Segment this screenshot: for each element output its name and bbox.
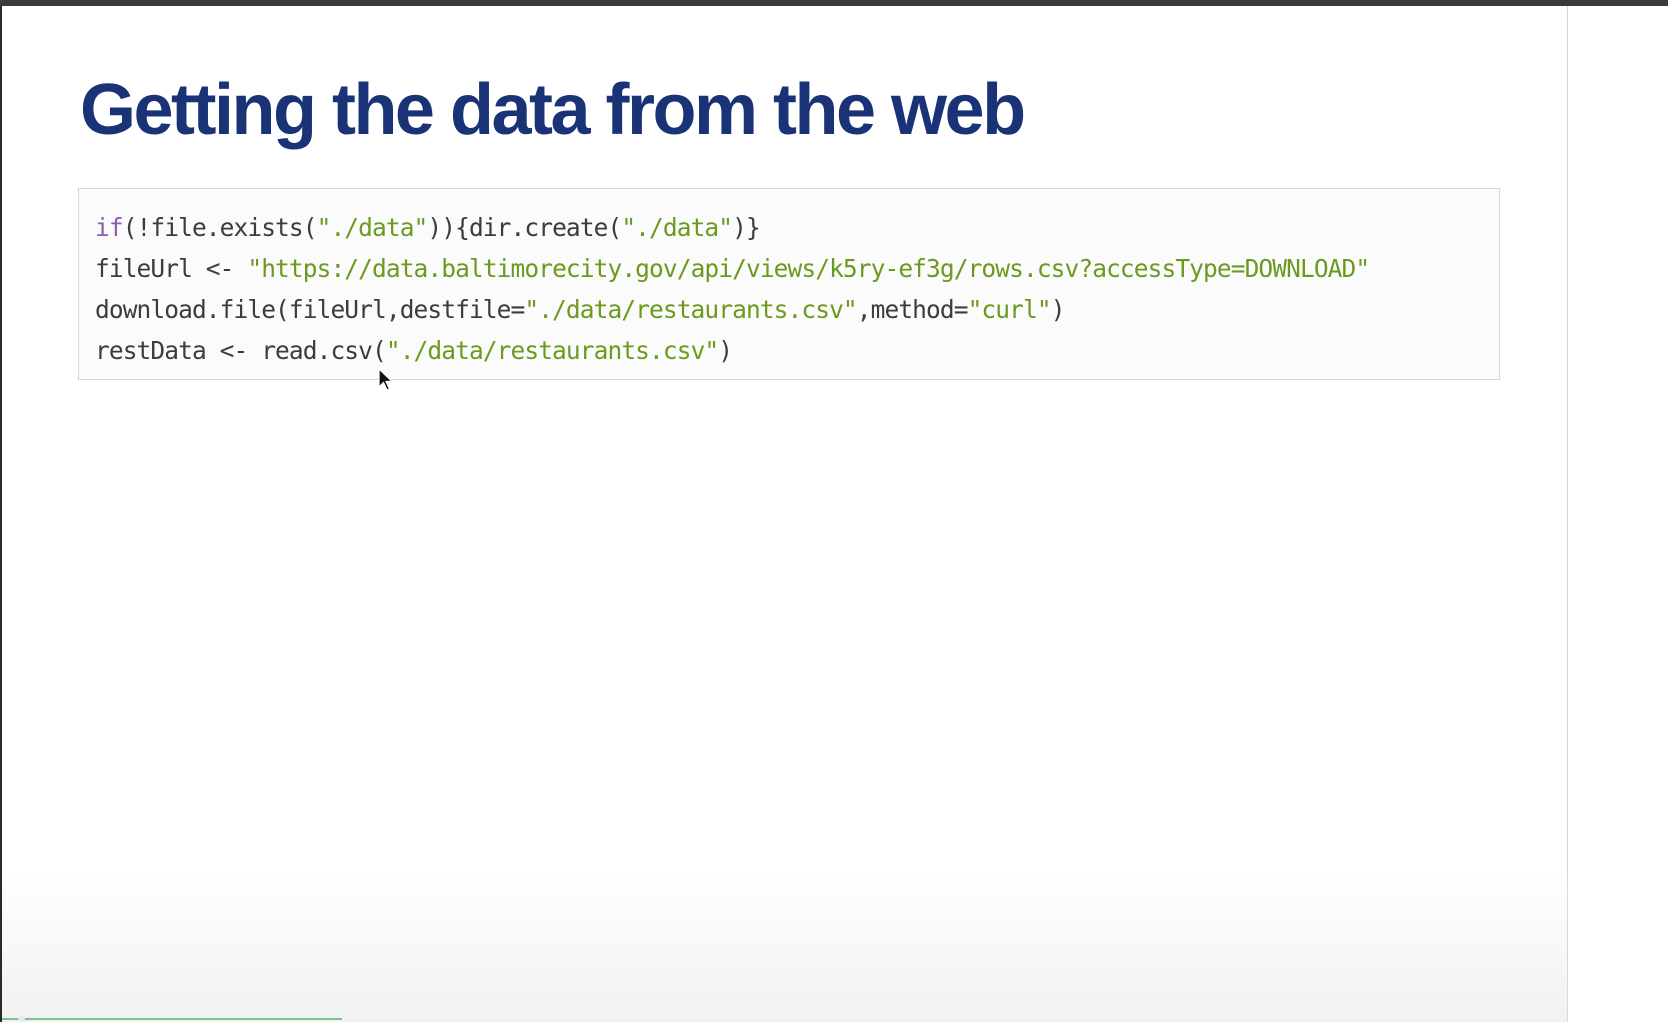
- code-token: ,method=: [856, 295, 969, 324]
- code-line: if(!file.exists("./data")){dir.create(".…: [95, 207, 1499, 248]
- code-line: restData <- read.csv("./data/restaurants…: [95, 330, 1499, 371]
- code-token: (!file.exists(: [122, 213, 318, 242]
- code-string: "./data/restaurants.csv": [385, 336, 719, 365]
- code-string: "curl": [967, 295, 1052, 324]
- code-block: if(!file.exists("./data")){dir.create(".…: [78, 188, 1500, 380]
- video-progress-bar[interactable]: [2, 1018, 342, 1020]
- progress-handle[interactable]: [18, 1015, 25, 1022]
- code-token: fileUrl <-: [95, 254, 248, 283]
- code-token: ): [1050, 295, 1066, 324]
- slide-title: Getting the data from the web: [80, 70, 1026, 150]
- video-frame: Getting the data from the web if(!file.e…: [0, 0, 1668, 1022]
- code-token: restData <- read.csv(: [95, 336, 387, 365]
- mouse-pointer-icon: [378, 368, 394, 391]
- code-string: "./data": [316, 213, 429, 242]
- code-token: )}: [732, 213, 761, 242]
- code-string: "./data/restaurants.csv": [524, 295, 857, 324]
- right-panel: [1567, 6, 1668, 1022]
- code-keyword: if: [95, 213, 124, 242]
- code-token: )){dir.create(: [427, 213, 622, 242]
- code-string: "https://data.baltimorecity.gov/api/view…: [247, 254, 1370, 283]
- code-token: ): [718, 336, 733, 365]
- code-string: "./data": [621, 213, 733, 242]
- code-token: download.file(fileUrl,destfile=: [95, 295, 525, 324]
- code-line: fileUrl <- "https://data.baltimorecity.g…: [95, 248, 1499, 289]
- slide: Getting the data from the web if(!file.e…: [2, 6, 1567, 1022]
- code-line: download.file(fileUrl,destfile="./data/r…: [95, 289, 1499, 330]
